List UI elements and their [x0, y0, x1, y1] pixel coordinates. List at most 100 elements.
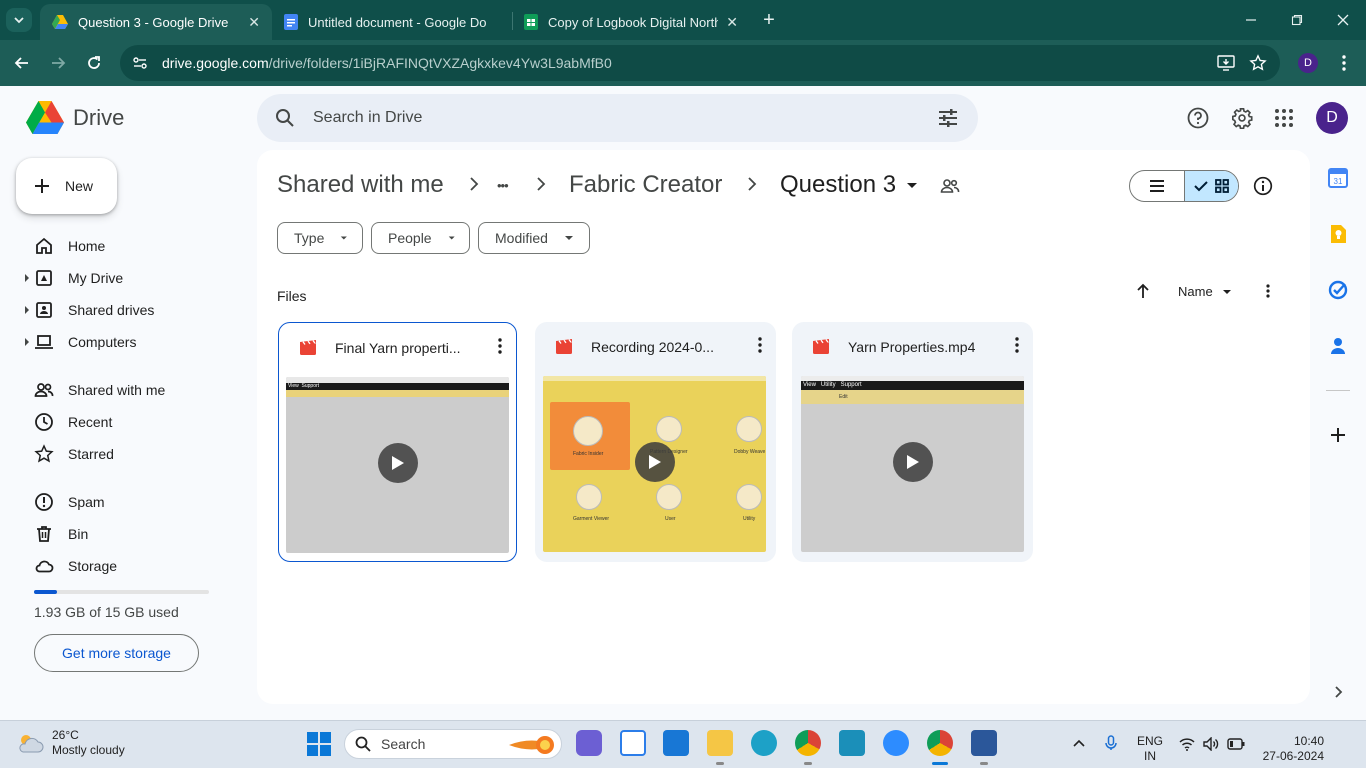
more-vert-icon[interactable] — [1015, 337, 1019, 353]
taskbar-mail-app[interactable] — [663, 730, 689, 756]
filter-modified-chip[interactable]: Modified — [478, 222, 590, 254]
video-thumbnail[interactable]: View Support — [286, 377, 509, 553]
taskbar-display-app[interactable] — [839, 730, 865, 756]
profile-button[interactable]: D — [1296, 51, 1320, 75]
more-vert-icon[interactable] — [498, 338, 502, 354]
tasks-app-button[interactable] — [1327, 279, 1349, 301]
close-icon[interactable]: ✕ — [248, 14, 260, 31]
drive-search-bar[interactable]: Search in Drive — [257, 94, 978, 142]
breadcrumb-parent[interactable]: Fabric Creator — [569, 171, 722, 199]
breadcrumb-ellipsis[interactable]: ••• — [497, 178, 509, 193]
breadcrumb-root[interactable]: Shared with me — [277, 171, 444, 199]
grid-view-button[interactable] — [1183, 171, 1238, 201]
taskbar-word-app[interactable] — [971, 730, 997, 756]
install-app-button[interactable] — [1214, 51, 1238, 75]
play-button[interactable] — [378, 443, 418, 483]
file-card[interactable]: Recording 2024-0... Fabric Insider Patte… — [535, 322, 776, 562]
taskbar-store-app[interactable] — [620, 730, 646, 756]
nav-computers[interactable]: Computers — [34, 330, 136, 354]
add-app-button[interactable] — [1327, 424, 1349, 446]
expand-caret-icon[interactable] — [24, 338, 30, 346]
taskbar-edge-app[interactable] — [751, 730, 777, 756]
back-button[interactable] — [10, 51, 34, 75]
caret-down-icon — [448, 236, 455, 240]
calendar-app-button[interactable]: 31 — [1327, 167, 1349, 189]
new-button[interactable]: New — [16, 158, 117, 214]
hide-side-panel-button[interactable] — [1327, 681, 1349, 703]
start-button[interactable] — [307, 732, 331, 756]
video-thumbnail[interactable]: View Utility Support Edit — [801, 376, 1024, 552]
battery-icon[interactable] — [1227, 738, 1245, 750]
volume-icon[interactable] — [1203, 737, 1219, 751]
weather-widget[interactable]: 26°C Mostly cloudy — [16, 728, 125, 758]
clock[interactable]: 10:40 27-06-2024 — [1258, 734, 1324, 764]
taskbar-zoom-app[interactable] — [883, 730, 909, 756]
browser-menu-button[interactable] — [1332, 51, 1356, 75]
browser-tab-sheets[interactable]: Copy of Logbook Digital North ✕ — [512, 4, 750, 40]
info-icon[interactable] — [1253, 176, 1273, 196]
filter-type-chip[interactable]: Type — [277, 222, 363, 254]
play-button[interactable] — [635, 442, 675, 482]
nav-shared-drives[interactable]: Shared drives — [34, 298, 154, 322]
thumb-label: Garment Viewer — [573, 516, 610, 522]
caret-down-icon[interactable] — [906, 182, 918, 190]
account-avatar[interactable]: D — [1316, 102, 1348, 134]
storage-used-text: 1.93 GB of 15 GB used — [34, 604, 179, 620]
sort-direction-arrow-up-icon[interactable] — [1135, 283, 1151, 299]
taskbar-explorer-app[interactable] — [707, 730, 733, 756]
file-card[interactable]: Final Yarn properti... View Support — [278, 322, 517, 562]
side-panel-divider — [1326, 390, 1350, 391]
play-button[interactable] — [893, 442, 933, 482]
file-card[interactable]: Yarn Properties.mp4 View Utility Support… — [792, 322, 1033, 562]
list-view-button[interactable] — [1130, 171, 1184, 201]
close-icon[interactable]: ✕ — [726, 14, 738, 31]
restore-button[interactable] — [1287, 10, 1307, 30]
taskbar-meet-app[interactable] — [576, 730, 602, 756]
bookmark-button[interactable] — [1246, 51, 1270, 75]
drive-logo[interactable]: Drive — [26, 101, 124, 134]
shared-folder-people-icon[interactable] — [940, 177, 960, 195]
nav-home[interactable]: Home — [34, 234, 105, 258]
browser-tab-drive[interactable]: Question 3 - Google Drive ✕ — [40, 4, 272, 40]
nav-recent[interactable]: Recent — [34, 410, 112, 434]
taskbar-search-box[interactable]: Search — [344, 729, 562, 759]
search-icon[interactable] — [275, 108, 295, 128]
sort-by-name-button[interactable]: Name — [1178, 284, 1232, 299]
tab-search-button[interactable] — [6, 8, 32, 32]
contacts-app-button[interactable] — [1327, 335, 1349, 357]
more-vert-icon[interactable] — [758, 337, 762, 353]
expand-caret-icon[interactable] — [24, 274, 30, 282]
keep-app-button[interactable] — [1327, 223, 1349, 245]
breadcrumb-current[interactable]: Question 3 — [780, 171, 896, 199]
nav-bin[interactable]: Bin — [34, 522, 88, 546]
new-tab-button[interactable]: + — [758, 8, 780, 32]
browser-tab-docs[interactable]: Untitled document - Google Do — [272, 4, 510, 40]
taskbar-chrome-app[interactable] — [795, 730, 821, 756]
apps-button[interactable] — [1272, 106, 1296, 130]
nav-shared-with-me[interactable]: Shared with me — [34, 378, 165, 402]
search-input[interactable]: Search in Drive — [313, 109, 422, 127]
more-vert-icon[interactable] — [1266, 284, 1270, 298]
close-window-button[interactable] — [1333, 10, 1353, 30]
settings-button[interactable] — [1230, 106, 1254, 130]
filter-people-chip[interactable]: People — [371, 222, 470, 254]
forward-button[interactable] — [46, 51, 70, 75]
language-indicator[interactable]: ENG IN — [1137, 734, 1163, 764]
search-options-icon[interactable] — [938, 109, 958, 127]
expand-caret-icon[interactable] — [24, 306, 30, 314]
taskbar-chrome-profile-app[interactable] — [927, 730, 953, 756]
get-more-storage-button[interactable]: Get more storage — [34, 634, 199, 672]
wifi-icon[interactable] — [1179, 737, 1195, 751]
video-thumbnail[interactable]: Fabric Insider Pattern Designer Dobby We… — [543, 376, 766, 552]
nav-spam[interactable]: Spam — [34, 490, 105, 514]
nav-starred[interactable]: Starred — [34, 442, 114, 466]
microphone-icon[interactable] — [1105, 735, 1117, 751]
chevron-up-icon[interactable] — [1073, 739, 1085, 747]
minimize-button[interactable] — [1241, 10, 1261, 30]
help-button[interactable] — [1186, 106, 1210, 130]
reload-button[interactable] — [82, 51, 106, 75]
nav-storage[interactable]: Storage — [34, 554, 117, 578]
site-settings-icon[interactable] — [132, 55, 148, 71]
nav-my-drive[interactable]: My Drive — [34, 266, 123, 290]
url-bar[interactable]: drive.google.com/drive/folders/1iBjRAFIN… — [120, 45, 1280, 81]
